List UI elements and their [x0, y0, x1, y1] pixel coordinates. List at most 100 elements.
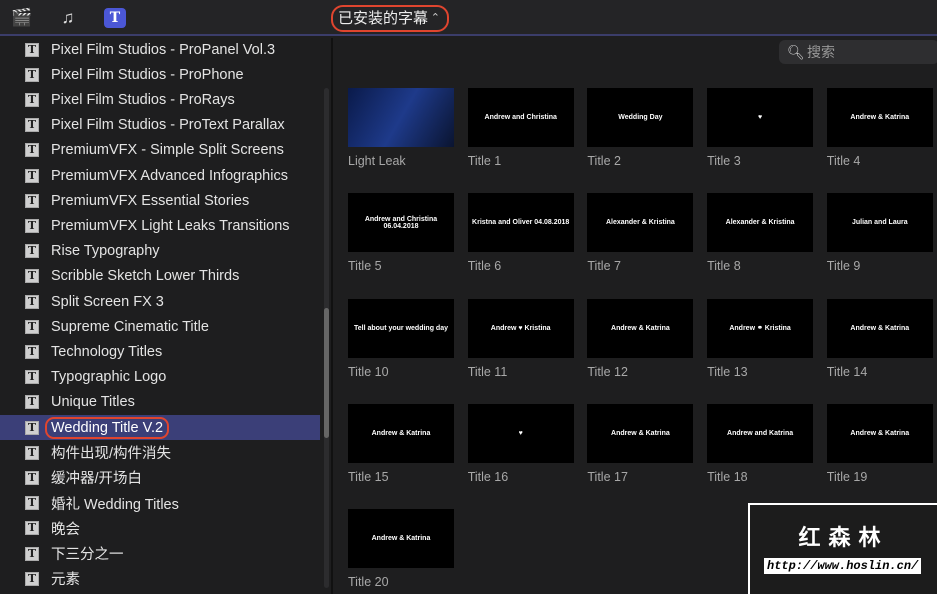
title-icon: T: [25, 445, 39, 460]
title-icon: T: [25, 395, 39, 410]
title-label: Title 13: [707, 364, 748, 379]
title-thumbnail[interactable]: Andrew ♥ Kristina: [467, 298, 574, 358]
title-card[interactable]: Andrew and Christina Title 1: [467, 88, 574, 168]
selector-label: 已安装的字幕: [338, 10, 429, 27]
sidebar-item-label: 构件出现/构件消失: [51, 446, 172, 463]
sidebar-item[interactable]: T PremiumVFX - Simple Split Screens: [0, 138, 320, 163]
title-thumbnail[interactable]: Andrew and Christina: [467, 88, 574, 147]
sidebar-item-label: PremiumVFX Essential Stories: [51, 192, 250, 209]
title-thumbnail[interactable]: ♥: [707, 88, 814, 147]
title-label: Title 5: [348, 259, 382, 274]
title-card[interactable]: Andrew & Katrina Title 15: [348, 403, 454, 484]
title-thumbnail[interactable]: Alexander & Kristina: [707, 193, 814, 253]
title-card[interactable]: Light Leak: [348, 88, 454, 168]
title-label: Title 8: [707, 259, 741, 274]
title-card[interactable]: Alexander & Kristina Title 7: [587, 193, 694, 274]
sidebar-item-label: Supreme Cinematic Title: [51, 318, 209, 335]
sidebar-item[interactable]: T 晚会: [0, 516, 320, 541]
title-thumbnail[interactable]: Andrew & Katrina: [587, 298, 694, 358]
sidebar-item[interactable]: T 下三分之一: [0, 541, 320, 566]
title-thumbnail[interactable]: Andrew & Katrina: [348, 509, 454, 569]
sidebar-item[interactable]: T Scribble Sketch Lower Thirds: [0, 264, 320, 289]
sidebar-item[interactable]: T Wedding Title V.2: [0, 415, 320, 440]
toolbar: 🎬 ♫ T 已安装的字幕 ⌃: [0, 0, 937, 36]
chevron-updown-icon: ⌃: [430, 12, 440, 24]
sidebar-item-label: Technology Titles: [51, 343, 163, 360]
scrollbar-thumb[interactable]: [324, 308, 329, 438]
sidebar-item[interactable]: T Rise Typography: [0, 239, 320, 264]
sidebar-item[interactable]: T 元素: [0, 566, 320, 591]
search-input[interactable]: 🔍︎ 搜索: [779, 40, 937, 64]
sidebar-item-label: Split Screen FX 3: [51, 293, 164, 310]
title-thumbnail[interactable]: Andrew & Katrina: [348, 403, 454, 463]
title-card[interactable]: Andrew & Katrina Title 12: [587, 298, 694, 379]
title-card[interactable]: Kristna and Oliver 04.08.2018 Title 6: [467, 193, 574, 274]
title-thumbnail[interactable]: ♥: [467, 403, 574, 463]
sidebar-item[interactable]: T Pixel Film Studios - ProPanel Vol.3: [0, 37, 320, 62]
title-thumbnail[interactable]: Andrew and Katrina: [707, 403, 814, 463]
title-icon: T: [25, 496, 39, 511]
title-icon: T: [25, 269, 39, 284]
title-label: Title 2: [587, 154, 621, 168]
title-thumbnail[interactable]: Andrew & Katrina: [826, 88, 933, 147]
sidebar-item[interactable]: T PremiumVFX Light Leaks Transitions: [0, 213, 320, 238]
title-card[interactable]: Andrew ⚭ Kristina Title 13: [707, 298, 814, 379]
sidebar-item[interactable]: T Pixel Film Studios - ProText Parallax: [0, 113, 320, 138]
music-photo-icon[interactable]: ♫: [57, 8, 79, 28]
title-thumbnail[interactable]: [348, 88, 454, 147]
title-card[interactable]: Wedding Day Title 2: [587, 88, 694, 168]
title-thumbnail[interactable]: Kristna and Oliver 04.08.2018: [467, 193, 574, 253]
title-icon: T: [25, 546, 39, 561]
sidebar-item-label: 缓冲器/开场白: [51, 471, 143, 488]
sidebar-item[interactable]: T 构件出现/构件消失: [0, 440, 320, 465]
sidebar-item-label: Pixel Film Studios - ProPanel Vol.3: [51, 41, 276, 58]
title-thumbnail[interactable]: Andrew ⚭ Kristina: [707, 298, 814, 358]
sidebar-item[interactable]: T 缓冲器/开场白: [0, 465, 320, 490]
sidebar-item[interactable]: T PremiumVFX Advanced Infographics: [0, 163, 320, 188]
title-thumbnail[interactable]: Alexander & Kristina: [587, 193, 694, 253]
title-card[interactable]: Andrew & Katrina Title 14: [826, 298, 933, 379]
title-thumbnail[interactable]: Andrew and Christina 06.04.2018: [348, 193, 454, 253]
title-card[interactable]: Tell about your wedding day Title 10: [348, 298, 454, 379]
title-card[interactable]: Julian and Laura Title 9: [826, 193, 933, 273]
title-thumbnail[interactable]: Andrew & Katrina: [826, 403, 933, 463]
title-card[interactable]: ♥ Title 16: [467, 403, 574, 484]
title-card[interactable]: Alexander & Kristina Title 8: [707, 193, 814, 274]
sidebar-item-label: Scribble Sketch Lower Thirds: [51, 268, 240, 285]
title-card[interactable]: Andrew & Katrina Title 17: [587, 403, 694, 484]
title-icon: T: [25, 218, 39, 233]
titles-icon[interactable]: T: [104, 8, 126, 28]
title-label: Title 6: [467, 259, 502, 274]
sidebar-item[interactable]: T Split Screen FX 3: [0, 289, 320, 314]
sidebar-item[interactable]: T PremiumVFX Essential Stories: [0, 188, 320, 213]
title-card[interactable]: Andrew and Katrina Title 18: [707, 403, 814, 484]
clapper-star-icon[interactable]: 🎬: [11, 8, 33, 28]
title-thumbnail[interactable]: Wedding Day: [587, 88, 694, 147]
title-label: Title 3: [707, 154, 741, 168]
title-thumbnail[interactable]: Julian and Laura: [826, 193, 933, 253]
sidebar-item-label: Pixel Film Studios - ProText Parallax: [51, 117, 285, 134]
sidebar-item[interactable]: T 婚礼 Wedding Titles: [0, 491, 320, 516]
search-placeholder: 搜索: [807, 44, 835, 60]
title-thumbnail[interactable]: Andrew & Katrina: [587, 403, 694, 463]
title-label: Title 7: [587, 259, 621, 274]
sidebar-item[interactable]: T Pixel Film Studios - ProPhone: [0, 62, 320, 87]
title-icon: T: [25, 92, 39, 107]
title-card[interactable]: Andrew ♥ Kristina Title 11: [467, 298, 574, 379]
title-card[interactable]: Andrew and Christina 06.04.2018 Title 5: [348, 193, 454, 273]
sidebar-item[interactable]: T Pixel Film Studios - ProRays: [0, 87, 320, 112]
title-label: Title 12: [587, 364, 628, 379]
watermark-url: http://www.hoslin.cn/: [764, 558, 922, 574]
sidebar-scrollbar[interactable]: [324, 88, 329, 588]
sidebar-item[interactable]: T Technology Titles: [0, 339, 320, 364]
sidebar-item[interactable]: T Unique Titles: [0, 390, 320, 415]
sidebar-item[interactable]: T Typographic Logo: [0, 365, 320, 390]
title-card[interactable]: Andrew & Katrina Title 20: [348, 509, 454, 589]
title-card[interactable]: Andrew & Katrina Title 4: [826, 88, 933, 168]
sidebar-item[interactable]: T Supreme Cinematic Title: [0, 314, 320, 339]
title-card[interactable]: Andrew & Katrina Title 19: [826, 403, 933, 484]
title-thumbnail[interactable]: Tell about your wedding day: [348, 298, 454, 358]
title-category-select[interactable]: 已安装的字幕 ⌃: [331, 5, 449, 32]
title-card[interactable]: ♥ Title 3: [707, 88, 814, 168]
title-thumbnail[interactable]: Andrew & Katrina: [826, 298, 933, 358]
